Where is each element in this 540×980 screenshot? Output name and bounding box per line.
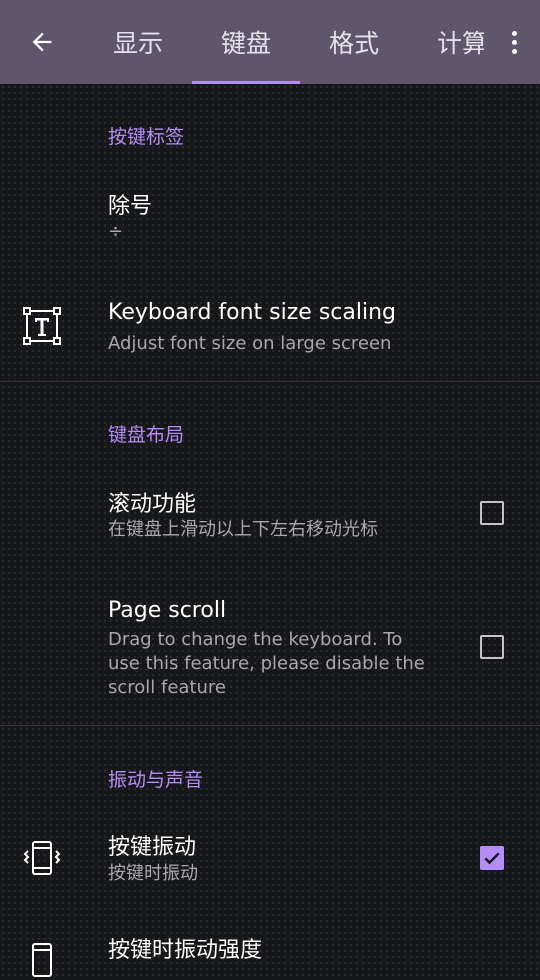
section-divider [0, 725, 540, 726]
pref-summary: 在键盘上滑动以上下左右移动光标 [108, 519, 378, 540]
pref-summary: Adjust font size on large screen [108, 333, 392, 354]
tab-bar: 显示 键盘 格式 计算 [84, 0, 484, 84]
pref-summary: Drag to change the keyboard. To use this… [108, 629, 425, 698]
text-format-icon [23, 307, 61, 345]
pref-title: 除号 [108, 194, 153, 219]
key-vibration-checkbox[interactable] [480, 846, 504, 870]
section-divider [0, 381, 540, 382]
section-title-key-labels: 按键标签 [108, 126, 185, 148]
pref-title: 滚动功能 [108, 492, 197, 517]
pref-title: Page scroll [108, 598, 227, 623]
section-title-vibration-sound: 振动与声音 [108, 769, 204, 791]
tab-display[interactable]: 显示 [84, 0, 192, 84]
pref-page-scroll[interactable]: Page scroll Drag to change the keyboard.… [0, 578, 540, 718]
page-scroll-checkbox[interactable] [480, 635, 504, 659]
app-bar: 显示 键盘 格式 计算 [0, 0, 540, 84]
tab-calculation[interactable]: 计算 [408, 0, 484, 84]
pref-division-sign[interactable]: 除号 ÷ [0, 172, 540, 264]
pref-title: 按键振动 [108, 835, 197, 860]
back-button[interactable] [18, 20, 66, 64]
scroll-function-checkbox[interactable] [480, 501, 504, 525]
tab-keyboard[interactable]: 键盘 [192, 0, 300, 84]
more-options-button[interactable] [502, 20, 526, 64]
more-vert-icon [511, 30, 517, 36]
more-vert-icon-dot [511, 48, 517, 54]
pref-title: 按键时振动强度 [108, 938, 263, 963]
pref-title: Keyboard font size scaling [108, 300, 396, 325]
pref-key-vibration[interactable]: 按键振动 按键时振动 [0, 815, 540, 905]
section-title-keyboard-layout: 键盘布局 [108, 424, 185, 446]
pref-scroll-function[interactable]: 滚动功能 在键盘上滑动以上下左右移动光标 [0, 468, 540, 564]
vibration-icon [23, 841, 61, 875]
tab-format[interactable]: 格式 [300, 0, 408, 84]
checkmark-icon [484, 852, 500, 865]
pref-summary: 按键时振动 [108, 863, 198, 884]
arrow-back-icon [32, 32, 52, 52]
phone-icon [32, 943, 52, 977]
pref-keyboard-font-scaling[interactable]: Keyboard font size scaling Adjust font s… [0, 272, 540, 380]
pref-vibration-strength[interactable]: 按键时振动强度 [0, 920, 540, 980]
more-vert-icon-dot [511, 39, 517, 45]
pref-summary: ÷ [108, 221, 124, 242]
